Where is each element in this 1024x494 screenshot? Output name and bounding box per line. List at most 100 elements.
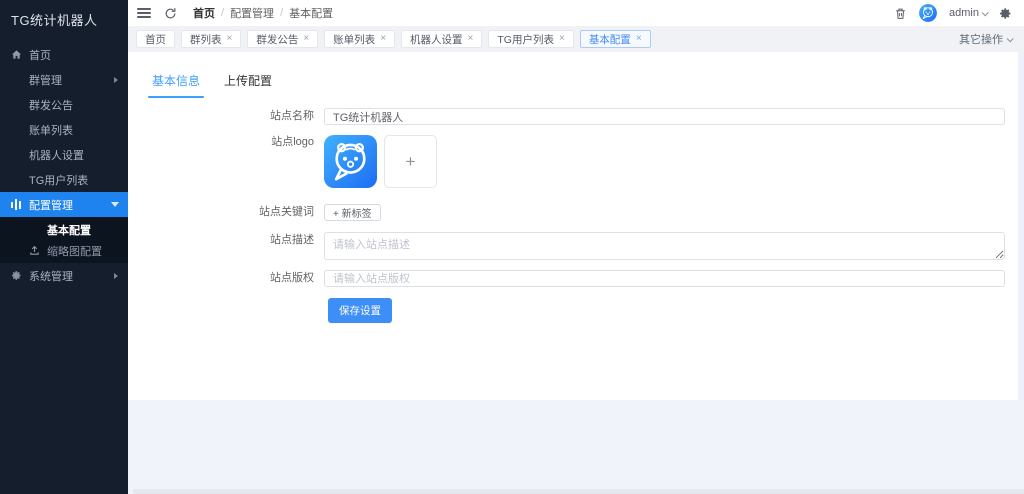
- sidebar-item-group-manage[interactable]: 群管理: [0, 67, 128, 92]
- page-tab-label: TG用户列表: [497, 33, 554, 46]
- sidebar-item-system-manage[interactable]: 系统管理: [0, 263, 128, 288]
- sidebar-subitem-thumbnail-config[interactable]: 缩略图配置: [0, 240, 128, 261]
- gear-icon: [10, 270, 22, 282]
- page-tab-bot-settings[interactable]: 机器人设置 ×: [401, 30, 483, 48]
- grid-icon: [10, 174, 22, 186]
- page-tab-label: 账单列表: [333, 33, 376, 46]
- close-icon[interactable]: ×: [380, 34, 386, 44]
- close-icon[interactable]: ×: [227, 34, 233, 44]
- app-root: TG统计机器人 首页 群管理 群发公告 账单列表 机器人设置 TG用户列表 配置…: [0, 0, 1024, 494]
- site-copyright-row: 站点版权: [128, 270, 1005, 287]
- page-tab-broadcast[interactable]: 群发公告 ×: [247, 30, 319, 48]
- breadcrumb-separator: /: [221, 7, 225, 19]
- sidebar-item-label: 基本配置: [47, 224, 91, 237]
- home-icon: [10, 49, 22, 61]
- page-tab-basic-config[interactable]: 基本配置 ×: [579, 30, 651, 48]
- site-keywords-label: 站点关键词: [259, 206, 314, 218]
- bar-chart-icon: [10, 199, 22, 211]
- page-tabstrip: 首页 群列表 × 群发公告 × 账单列表 × 机器人设置 × TG用户列表 × …: [128, 26, 1024, 52]
- grid-icon: [10, 149, 22, 161]
- logo-upload-button[interactable]: +: [384, 135, 437, 188]
- app-title: TG统计机器人: [11, 12, 98, 28]
- grid-icon: [10, 99, 22, 111]
- page-tab-group-list[interactable]: 群列表 ×: [181, 30, 242, 48]
- site-logo-row: 站点logo +: [128, 135, 1005, 188]
- sidebar-item-tg-users[interactable]: TG用户列表: [0, 167, 128, 192]
- chevron-right-icon: [114, 76, 118, 83]
- settings-gear-icon[interactable]: [999, 7, 1012, 20]
- upload-icon: [28, 245, 40, 257]
- header-actions: admin: [894, 4, 1024, 22]
- site-name-label: 站点名称: [270, 110, 314, 122]
- sidebar-item-label: 机器人设置: [29, 149, 84, 162]
- sidebar-item-label: 配置管理: [29, 199, 73, 212]
- sidebar-item-label: 群发公告: [29, 99, 73, 112]
- save-settings-button[interactable]: 保存设置: [328, 298, 392, 323]
- page-tab-label: 群列表: [190, 33, 222, 46]
- page-tab-label: 基本配置: [588, 33, 631, 46]
- page-tab-home[interactable]: 首页: [136, 30, 175, 48]
- site-description-row: 站点描述: [128, 232, 1005, 260]
- tab-upload-config[interactable]: 上传配置: [224, 72, 272, 98]
- chevron-down-icon: [981, 8, 989, 16]
- add-tag-button[interactable]: + 新标签: [324, 204, 381, 221]
- breadcrumb-separator: /: [280, 7, 284, 19]
- grid-icon: [10, 74, 22, 86]
- breadcrumb-home[interactable]: 首页: [193, 5, 215, 21]
- grid-icon: [10, 124, 22, 136]
- sidebar-item-label: 首页: [29, 49, 51, 62]
- page-tab-bills[interactable]: 账单列表 ×: [324, 30, 396, 48]
- site-logo-label: 站点logo: [271, 136, 314, 148]
- sidebar-item-label: TG用户列表: [29, 174, 89, 187]
- breadcrumb-section: 配置管理: [230, 8, 275, 20]
- sidebar-item-broadcast[interactable]: 群发公告: [0, 92, 128, 117]
- page-tab-tg-users[interactable]: TG用户列表 ×: [488, 30, 574, 48]
- trash-icon[interactable]: [894, 7, 907, 20]
- avatar[interactable]: [919, 4, 938, 22]
- chevron-down-icon: [1006, 34, 1014, 42]
- site-copyright-label: 站点版权: [270, 272, 314, 284]
- close-icon[interactable]: ×: [636, 34, 642, 44]
- site-description-input[interactable]: [324, 232, 1005, 260]
- top-header: 首页 / 配置管理 / 基本配置 admin: [128, 0, 1024, 26]
- site-description-label: 站点描述: [270, 234, 314, 246]
- username: admin: [949, 7, 979, 19]
- sidebar-item-label: 账单列表: [29, 124, 73, 137]
- tab-basic-info[interactable]: 基本信息: [147, 72, 205, 98]
- sidebar-submenu: 基本配置 缩略图配置: [0, 217, 128, 263]
- grid-icon: [28, 224, 40, 236]
- sidebar-item-bot-settings[interactable]: 机器人设置: [0, 142, 128, 167]
- site-name-row: 站点名称: [128, 108, 1005, 125]
- close-icon[interactable]: ×: [303, 34, 309, 44]
- content-panel: 基本信息 上传配置 站点名称 站点logo: [128, 52, 1024, 400]
- page-tab-label: 首页: [145, 33, 166, 46]
- refresh-icon[interactable]: [164, 7, 177, 20]
- user-dropdown[interactable]: admin: [949, 7, 989, 19]
- site-copyright-input[interactable]: [324, 270, 1005, 287]
- site-name-input[interactable]: [324, 108, 1005, 125]
- sidebar-item-label: 缩略图配置: [47, 245, 102, 258]
- sidebar-item-home[interactable]: 首页: [0, 42, 128, 67]
- sidebar-item-config-manage[interactable]: 配置管理: [0, 192, 128, 217]
- sidebar-item-label: 群管理: [29, 74, 62, 87]
- close-icon[interactable]: ×: [559, 34, 565, 44]
- breadcrumb: 首页 / 配置管理 / 基本配置: [193, 5, 333, 21]
- page-tab-label: 群发公告: [256, 33, 299, 46]
- sidebar-item-bills[interactable]: 账单列表: [0, 117, 128, 142]
- vertical-scrollbar-track[interactable]: [1018, 52, 1024, 400]
- chevron-down-icon: [111, 202, 119, 207]
- sidebar: TG统计机器人 首页 群管理 群发公告 账单列表 机器人设置 TG用户列表 配置…: [0, 0, 128, 494]
- chevron-right-icon: [114, 272, 118, 279]
- sidebar-subitem-basic-config[interactable]: 基本配置: [0, 219, 128, 240]
- content-tabs: 基本信息 上传配置: [128, 52, 1024, 98]
- hamburger-icon[interactable]: [137, 5, 151, 20]
- page-tab-label: 机器人设置: [410, 33, 463, 46]
- sidebar-item-label: 系统管理: [29, 270, 73, 283]
- close-icon[interactable]: ×: [468, 34, 474, 44]
- sidebar-menu: 首页 群管理 群发公告 账单列表 机器人设置 TG用户列表 配置管理 基本配置 …: [0, 42, 128, 288]
- more-operations-dropdown[interactable]: 其它操作: [959, 31, 1016, 47]
- site-keywords-row: 站点关键词 + 新标签: [128, 204, 1005, 221]
- more-operations-label: 其它操作: [959, 34, 1003, 46]
- site-logo-image[interactable]: [324, 135, 377, 188]
- horizontal-scrollbar-track[interactable]: [133, 489, 1024, 494]
